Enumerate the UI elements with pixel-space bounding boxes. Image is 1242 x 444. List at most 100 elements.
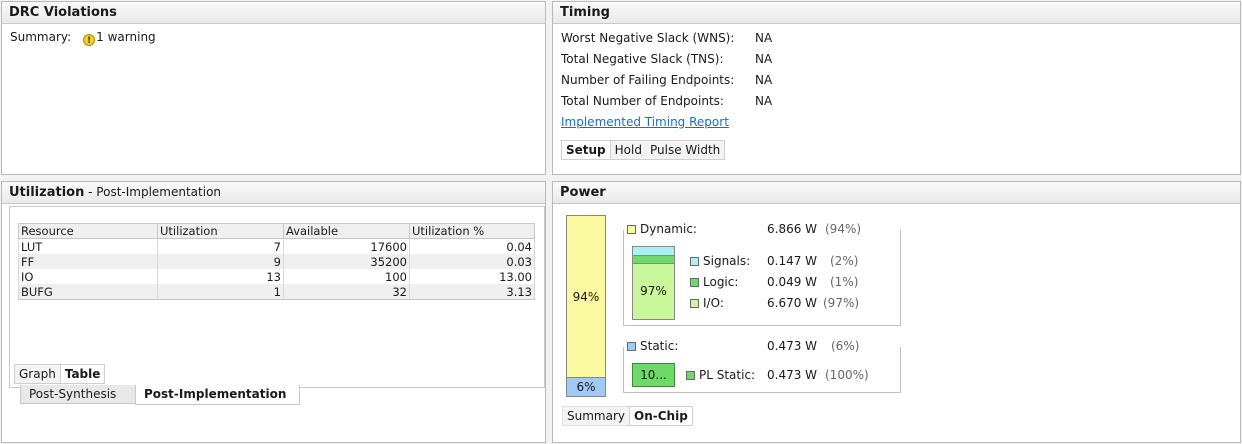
timing-value: NA [755,52,773,66]
utilization-table: Resource Utilization Available Utilizati… [18,223,535,300]
signals-pct: (2%) [830,254,859,268]
signals-segment [633,247,674,256]
utilization-title-text: Utilization [9,185,85,200]
dynamic-breakdown-bar: 97% [632,246,675,320]
cell-resource: LUT [18,238,158,254]
static-label: Static: [640,339,679,353]
power-row-static: Static: 0.473 W (6%) [627,339,903,355]
tab-summary[interactable]: Summary [562,406,629,426]
utilization-panel: Utilization - Post-Implementation Resour… [1,181,546,443]
column-header-resource[interactable]: Resource [18,223,158,239]
timing-panel-title: Timing [553,2,1240,24]
io-pct: (97%) [823,296,860,310]
cell-available: 35200 [283,254,410,269]
drc-summary-label: Summary: [10,30,72,44]
drc-title-text: DRC Violations [9,5,117,20]
power-row-signals: Signals: 0.147 W (2%) [690,254,890,268]
pl-static-value: 0.473 W [767,368,818,382]
static-breakdown-bar: 10... [632,363,675,387]
io-color-swatch [690,299,699,308]
signals-label: Signals: [703,254,751,268]
tab-graph[interactable]: Graph [14,364,60,384]
cell-utilization: 1 [157,284,284,300]
power-row-logic: Logic: 0.049 W (1%) [690,275,890,289]
power-panel-title: Power [553,182,1240,204]
power-row-io: I/O: 6.670 W (97%) [690,296,890,310]
column-header-utilization-pct[interactable]: Utilization % [409,223,535,239]
drc-violations-panel: DRC Violations Summary:! 1 warning [1,1,546,175]
drc-warning-link[interactable]: 1 warning [96,30,156,44]
tab-setup[interactable]: Setup [562,141,611,159]
cell-utilization-pct: 13.00 [409,269,535,284]
timing-value: NA [755,94,773,108]
table-row[interactable]: BUFG 1 32 3.13 [18,284,535,300]
cell-utilization: 7 [157,238,284,254]
utilization-panel-title: Utilization - Post-Implementation [2,182,545,204]
signals-color-swatch [690,257,699,266]
table-row[interactable]: LUT 7 17600 0.04 [18,238,535,254]
cell-available: 100 [283,269,410,284]
timing-row-failing: Number of Failing Endpoints: NA [561,73,772,87]
timing-panel: Timing Worst Negative Slack (WNS): NA Tot… [552,1,1241,175]
utilization-subtitle: - Post-Implementation [84,185,222,199]
tab-hold[interactable]: Hold [611,141,646,159]
total-bar-dynamic-segment: 94% [567,216,605,378]
logic-label: Logic: [703,275,739,289]
total-power-bar: 94% 6% [566,215,606,397]
timing-title-text: Timing [560,5,610,20]
cell-utilization-pct: 0.04 [409,238,535,254]
static-value: 0.473 W [767,339,818,353]
tab-post-synthesis[interactable]: Post-Synthesis [20,385,141,404]
power-row-dynamic: Dynamic: 6.866 W (94%) [627,222,903,238]
drc-panel-title: DRC Violations [2,2,545,24]
static-color-swatch [627,342,636,351]
pl-static-label: PL Static: [699,368,756,382]
cell-utilization: 13 [157,269,284,284]
table-header-row: Resource Utilization Available Utilizati… [18,223,535,239]
tab-on-chip[interactable]: On-Chip [629,406,693,426]
cell-available: 32 [283,284,410,300]
io-label: I/O: [703,296,724,310]
cell-resource: BUFG [18,284,158,300]
cell-available: 17600 [283,238,410,254]
timing-label: Total Number of Endpoints: [561,94,724,108]
table-row[interactable]: FF 9 35200 0.03 [18,254,535,269]
dynamic-value: 6.866 W [767,222,818,236]
drc-summary-row: Summary:! 1 warning [10,30,156,46]
logic-color-swatch [690,278,699,287]
timing-row-wns: Worst Negative Slack (WNS): NA [561,31,772,45]
static-pct: (6%) [831,339,860,353]
power-row-pl-static: PL Static: 0.473 W (100%) [686,368,896,382]
implemented-timing-report-link[interactable]: Implemented Timing Report [561,115,729,129]
timing-row-tns: Total Negative Slack (TNS): NA [561,52,772,66]
column-header-available[interactable]: Available [283,223,410,239]
power-tabs: Summary On-Chip [562,406,693,426]
pl-static-color-swatch [686,371,695,380]
dynamic-pct: (94%) [825,222,862,236]
dynamic-label: Dynamic: [640,222,697,236]
timing-tabs: Setup Hold Pulse Width [561,140,726,160]
timing-value: NA [755,31,773,45]
power-title-text: Power [560,185,606,200]
tab-pulse-width[interactable]: Pulse Width [646,141,724,159]
logic-value: 0.049 W [767,275,818,289]
timing-value: NA [755,73,773,87]
timing-row-total: Total Number of Endpoints: NA [561,94,772,108]
tab-post-implementation[interactable]: Post-Implementation [135,385,300,405]
power-panel: Power 94% 6% Dynamic: 6.866 W (94%) 97% … [552,181,1241,443]
total-bar-static-segment: 6% [567,377,605,396]
signals-value: 0.147 W [767,254,818,268]
logic-pct: (1%) [830,275,859,289]
cell-resource: FF [18,254,158,269]
tab-table[interactable]: Table [59,364,106,384]
pl-static-pct: (100%) [825,368,869,382]
cell-utilization: 9 [157,254,284,269]
timing-label: Number of Failing Endpoints: [561,73,735,87]
cell-utilization-pct: 3.13 [409,284,535,300]
utilization-content-frame: Resource Utilization Available Utilizati… [9,206,545,388]
timing-label: Worst Negative Slack (WNS): [561,31,735,45]
column-header-utilization[interactable]: Utilization [157,223,284,239]
cell-utilization-pct: 0.03 [409,254,535,269]
table-row[interactable]: IO 13 100 13.00 [18,269,535,284]
timing-label: Total Negative Slack (TNS): [561,52,724,66]
